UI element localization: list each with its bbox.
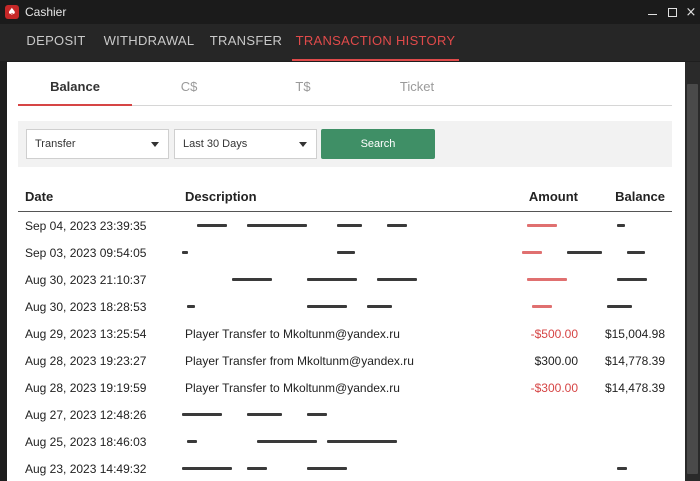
main-nav: DEPOSIT WITHDRAWAL TRANSFER TRANSACTION …	[0, 24, 700, 61]
transaction-table: Sep 04, 2023 23:39:35 Sep 03, 2023 09:54:…	[18, 213, 672, 481]
table-row[interactable]: Aug 30, 2023 18:28:53	[18, 294, 672, 321]
date-range-value: Last 30 Days	[183, 138, 248, 150]
redacted-content	[18, 249, 672, 257]
subtab-t-dollars[interactable]: T$	[256, 68, 350, 106]
redacted-content	[18, 222, 672, 230]
sub-tabs: Balance C$ T$ Ticket	[18, 68, 672, 106]
chevron-down-icon	[151, 142, 159, 147]
table-row[interactable]: Aug 30, 2023 21:10:37	[18, 267, 672, 294]
history-panel: Balance C$ T$ Ticket Transfer Last 30 Da…	[7, 62, 685, 481]
table-header: Date Description Amount Balance	[18, 182, 672, 212]
tab-transfer[interactable]: TRANSFER	[205, 24, 287, 61]
tab-transaction-history[interactable]: TRANSACTION HISTORY	[292, 24, 459, 61]
column-header-balance: Balance	[615, 189, 665, 204]
redacted-content	[18, 411, 672, 419]
row-amount: $300.00	[534, 354, 578, 368]
table-row[interactable]: Aug 28, 2023 19:19:59 Player Transfer to …	[18, 375, 672, 402]
row-balance: $14,478.39	[604, 381, 665, 395]
table-row[interactable]: Aug 25, 2023 18:46:03	[18, 429, 672, 456]
minimize-icon	[647, 13, 657, 15]
table-row[interactable]: Sep 04, 2023 23:39:35	[18, 213, 672, 240]
row-balance: $15,004.98	[604, 327, 665, 341]
row-amount: -$500.00	[530, 327, 578, 341]
date-range-select[interactable]: Last 30 Days	[174, 129, 317, 159]
minimize-button[interactable]	[641, 0, 663, 24]
subtab-ticket[interactable]: Ticket	[370, 68, 464, 106]
redacted-content	[18, 276, 672, 284]
scrollbar-thumb[interactable]	[687, 84, 698, 474]
app-logo-icon: ♠	[5, 5, 19, 19]
row-date: Aug 28, 2023 19:23:27	[25, 354, 147, 368]
column-header-date: Date	[25, 189, 54, 204]
window-title: Cashier	[25, 5, 67, 19]
close-button[interactable]: ×	[680, 0, 700, 24]
column-header-amount: Amount	[528, 189, 578, 204]
row-balance: $14,778.39	[604, 354, 665, 368]
row-date: Aug 28, 2023 19:19:59	[25, 381, 147, 395]
title-bar: ♠ Cashier	[0, 0, 700, 24]
row-description: Player Transfer to Mkoltunm@yandex.ru	[185, 381, 400, 395]
table-row[interactable]: Aug 27, 2023 12:48:26	[18, 402, 672, 429]
subtab-balance[interactable]: Balance	[18, 68, 132, 106]
column-header-description: Description	[185, 189, 257, 204]
vertical-scrollbar[interactable]	[685, 62, 700, 481]
maximize-icon	[667, 7, 677, 17]
row-description: Player Transfer from Mkoltunm@yandex.ru	[185, 354, 414, 368]
transaction-type-value: Transfer	[35, 138, 76, 150]
row-date: Aug 29, 2023 13:25:54	[25, 327, 147, 341]
tab-withdrawal[interactable]: WITHDRAWAL	[100, 24, 198, 61]
table-row[interactable]: Sep 03, 2023 09:54:05	[18, 240, 672, 267]
transaction-type-select[interactable]: Transfer	[26, 129, 169, 159]
redacted-content	[18, 303, 672, 311]
table-row[interactable]: Aug 29, 2023 13:25:54 Player Transfer to …	[18, 321, 672, 348]
close-icon: ×	[685, 4, 697, 20]
redacted-content	[18, 465, 672, 473]
subtab-c-dollars[interactable]: C$	[142, 68, 236, 106]
table-row[interactable]: Aug 23, 2023 14:49:32	[18, 456, 672, 481]
redacted-content	[18, 438, 672, 446]
table-row[interactable]: Aug 28, 2023 19:23:27 Player Transfer fro…	[18, 348, 672, 375]
row-description: Player Transfer to Mkoltunm@yandex.ru	[185, 327, 400, 341]
search-button[interactable]: Search	[321, 129, 435, 159]
filter-bar: Transfer Last 30 Days Search	[18, 121, 672, 167]
tab-deposit[interactable]: DEPOSIT	[20, 24, 92, 61]
chevron-down-icon	[299, 142, 307, 147]
row-amount: -$300.00	[530, 381, 578, 395]
